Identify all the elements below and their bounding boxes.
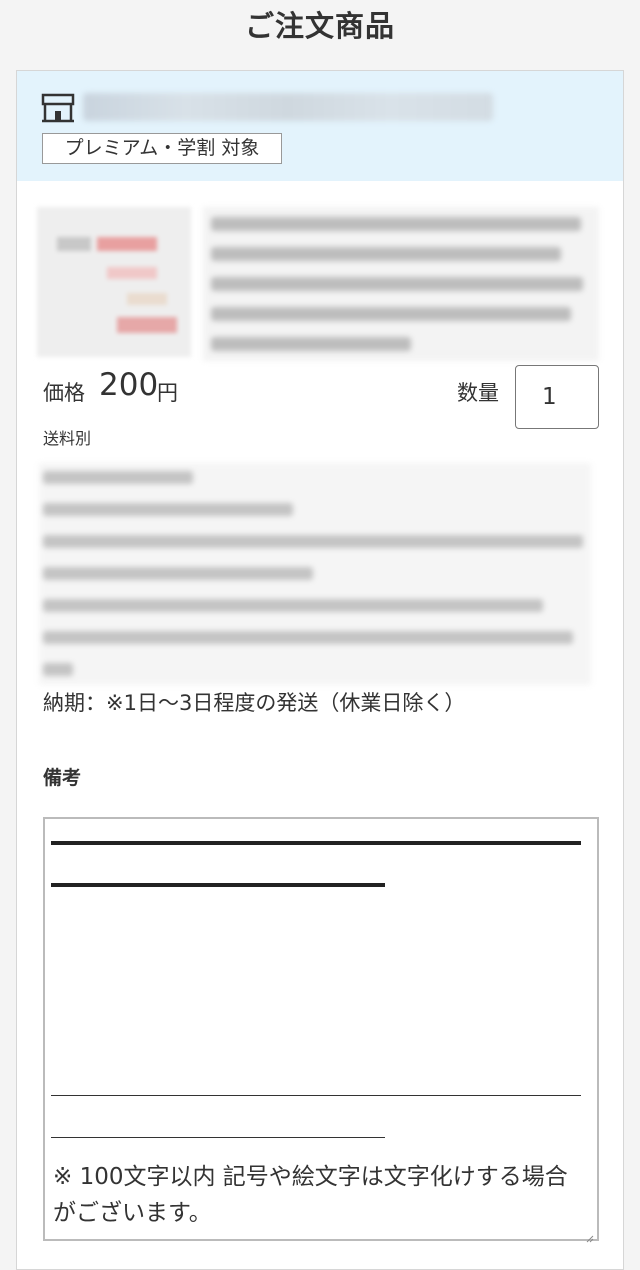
price-unit: 円: [157, 381, 178, 405]
shop-header: プレミアム・学割 対象: [17, 71, 623, 181]
product-options-redacted: [39, 463, 591, 685]
remarks-label: 備考: [43, 767, 82, 789]
shop-name-redacted[interactable]: [83, 93, 493, 121]
price-label: 価格: [43, 381, 85, 405]
delivery-note: 納期：※1日～3日程度の発送（休業日除く）: [43, 691, 466, 715]
divider-line: [51, 1137, 385, 1138]
quantity-label: 数量: [457, 381, 499, 405]
divider-line: [51, 1095, 581, 1096]
premium-student-badge: プレミアム・学割 対象: [42, 133, 282, 164]
resize-handle-icon[interactable]: [586, 1228, 594, 1243]
page-title: ご注文商品: [244, 9, 395, 43]
redacted-line: [51, 841, 581, 845]
price-value: 200: [99, 367, 159, 403]
product-name-redacted[interactable]: [203, 207, 599, 361]
shipping-note: 送料別: [43, 429, 92, 448]
product-thumbnail[interactable]: [37, 207, 191, 357]
redacted-line: [51, 883, 385, 887]
remarks-textarea[interactable]: ※ 100文字以内 記号や絵文字は文字化けする場合がございます。: [43, 817, 599, 1243]
remarks-hint-text: ※ 100文字以内 記号や絵文字は文字化けする場合がございます。: [53, 1164, 568, 1226]
quantity-input[interactable]: 1: [515, 365, 599, 429]
store-icon: [41, 93, 75, 123]
order-item-card: プレミアム・学割 対象 価格 200 円 数量 1 送料別 納期：※1日～3日程…: [16, 70, 624, 1270]
